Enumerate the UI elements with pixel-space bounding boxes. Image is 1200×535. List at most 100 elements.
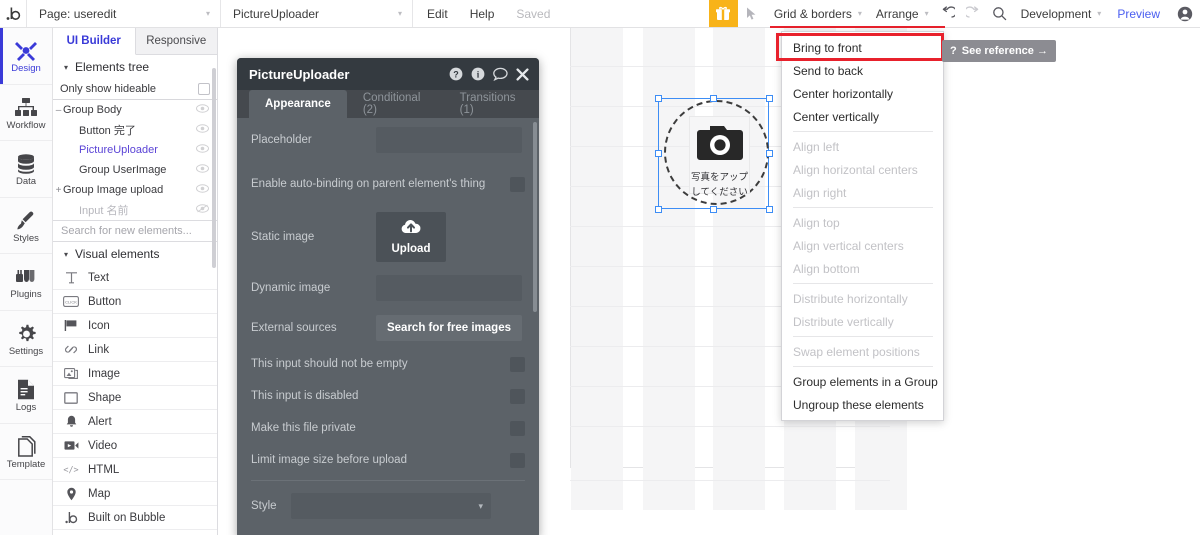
version-selector[interactable]: Development ▾ [1013,0,1108,27]
menu-separator [793,283,933,284]
menu-item-group-elements[interactable]: Group elements in a Group [782,370,943,393]
element-item-video[interactable]: Video [53,434,217,458]
eye-icon[interactable] [196,104,209,116]
resize-handle-n[interactable] [710,95,717,102]
tab-conditional[interactable]: Conditional (2) [347,90,444,118]
eye-slash-icon[interactable] [196,204,209,216]
arrange-menu[interactable]: Arrange ▾ [868,0,935,27]
element-item-icon[interactable]: Icon [53,314,217,338]
element-item-alert[interactable]: Alert [53,410,217,434]
only-show-hideable-checkbox[interactable] [198,83,210,95]
resize-handle-w[interactable] [655,150,662,157]
database-icon [15,151,37,174]
only-show-hideable-row[interactable]: Only show hideable [53,79,217,100]
grid-borders-menu[interactable]: Grid & borders ▾ [766,0,868,27]
resize-handle-nw[interactable] [655,95,662,102]
property-editor-dialog[interactable]: PictureUploader ? i Appearance Condition… [237,58,539,535]
rail-label-settings: Settings [8,345,44,357]
eye-icon[interactable] [196,184,209,196]
tab-responsive[interactable]: Responsive [136,28,218,54]
comment-icon[interactable] [493,67,508,81]
cursor-arrow-icon[interactable] [738,0,766,27]
eye-icon[interactable] [196,124,209,136]
eye-icon[interactable] [196,144,209,156]
picture-uploader-preview[interactable]: 写真をアップ してください [689,116,750,198]
redo-icon[interactable] [961,0,987,27]
private-checkbox[interactable] [510,420,525,436]
tab-appearance[interactable]: Appearance [249,90,347,118]
resize-handle-ne[interactable] [766,95,773,102]
left-panel-scrollbar[interactable] [212,68,216,268]
tree-row-input-namae[interactable]: Input 名前 [53,200,217,220]
info-circle-icon[interactable]: i [471,67,485,81]
menu-item-bring-to-front[interactable]: Bring to front [782,36,943,59]
arrange-context-menu: Bring to front Send to back Center horiz… [781,31,944,421]
bubble-logo-icon[interactable] [0,0,26,27]
resize-handle-sw[interactable] [655,206,662,213]
element-item-image[interactable]: Image [53,362,217,386]
element-item-link[interactable]: Link [53,338,217,362]
menu-item-center-vertically[interactable]: Center vertically [782,105,943,128]
preview-button[interactable]: Preview [1107,7,1170,21]
menu-item-align-vertical-centers: Align vertical centers [793,238,904,253]
menu-item-ungroup-elements[interactable]: Ungroup these elements [782,393,943,416]
help-circle-icon[interactable]: ? [449,67,463,81]
property-dialog-header[interactable]: PictureUploader ? i [237,58,539,90]
elements-tree-header[interactable]: ▾ Elements tree [53,55,217,79]
user-avatar-icon[interactable] [1170,0,1200,27]
limit-size-checkbox[interactable] [510,452,525,468]
menu-item-center-horizontally[interactable]: Center horizontally [782,82,943,105]
close-icon[interactable] [516,67,529,81]
rail-item-logs[interactable]: Logs [0,367,52,424]
gift-icon[interactable] [708,0,738,27]
search-free-images-button[interactable]: Search for free images [376,315,522,341]
search-new-elements-input[interactable]: Search for new elements... [53,220,217,242]
visual-elements-header[interactable]: ▾ Visual elements [53,242,217,266]
shape-icon [63,391,79,404]
element-item-button[interactable]: CLICK Button [53,290,217,314]
menu-separator [793,131,933,132]
element-item-built-on-bubble[interactable]: Built on Bubble [53,506,217,530]
resize-handle-e[interactable] [766,150,773,157]
rail-item-design[interactable]: Design [0,28,52,85]
rail-item-settings[interactable]: Settings [0,311,52,367]
rail-item-workflow[interactable]: Workflow [0,85,52,141]
element-item-html[interactable]: </> HTML [53,458,217,482]
tab-ui-builder[interactable]: UI Builder [53,28,136,55]
resize-handle-s[interactable] [710,206,717,213]
rail-item-template[interactable]: Template [0,424,52,480]
menu-item-send-to-back[interactable]: Send to back [782,59,943,82]
rail-item-data[interactable]: Data [0,141,52,198]
upload-button[interactable]: Upload [376,212,446,262]
not-empty-checkbox[interactable] [510,356,525,372]
style-select[interactable]: ▾ [291,493,491,519]
help-menu[interactable]: Help [459,0,506,27]
property-dialog-scrollbar[interactable] [533,122,537,312]
placeholder-input[interactable] [376,127,522,153]
collapse-icon[interactable]: – [54,105,63,116]
tree-row-group-body[interactable]: – Group Body [53,100,217,120]
dynamic-image-input[interactable] [376,275,522,301]
field-private: Make this file private [251,412,525,444]
element-selector[interactable]: PictureUploader ▾ [220,0,412,27]
tree-row-pictureuploader[interactable]: PictureUploader [53,140,217,160]
tab-transitions[interactable]: Transitions (1) [444,90,539,118]
tree-row-group-userimage[interactable]: Group UserImage [53,160,217,180]
edit-menu[interactable]: Edit [412,0,459,27]
element-item-text[interactable]: Text [53,266,217,290]
expand-icon[interactable]: + [54,185,63,196]
resize-handle-se[interactable] [766,206,773,213]
see-reference-button[interactable]: ? See reference → [942,40,1056,62]
tree-row-button-kanryo[interactable]: Button 完了 [53,120,217,140]
page-selector[interactable]: Page: useredit ▾ [26,0,220,27]
rail-item-styles[interactable]: Styles [0,198,52,254]
disabled-checkbox[interactable] [510,388,525,404]
rail-item-plugins[interactable]: Plugins [0,254,52,311]
auto-binding-checkbox[interactable] [510,176,525,192]
tree-row-group-image-upload[interactable]: + Group Image upload [53,180,217,200]
undo-icon[interactable] [935,0,961,27]
element-item-shape[interactable]: Shape [53,386,217,410]
eye-icon[interactable] [196,164,209,176]
search-icon[interactable] [987,0,1013,27]
element-item-map[interactable]: Map [53,482,217,506]
